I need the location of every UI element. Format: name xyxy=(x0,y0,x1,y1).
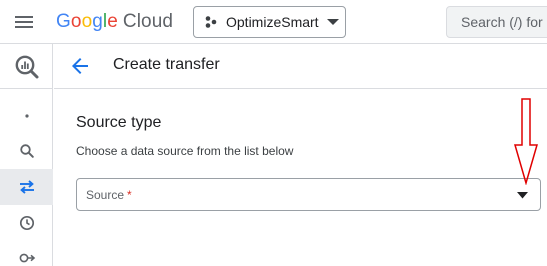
google-cloud-logo[interactable]: Google Cloud xyxy=(56,9,173,35)
section-description: Choose a data source from the list below xyxy=(76,144,294,158)
back-arrow-icon[interactable] xyxy=(68,54,92,78)
project-dots-icon xyxy=(205,16,217,28)
search-box[interactable] xyxy=(446,6,547,38)
page-header: Create transfer xyxy=(54,44,547,89)
schedule-icon[interactable] xyxy=(0,205,53,241)
red-annotation-arrow xyxy=(514,98,538,185)
search-icon[interactable] xyxy=(0,133,53,169)
page-title: Create transfer xyxy=(113,56,220,73)
hamburger-menu-icon[interactable] xyxy=(12,10,36,34)
app-root: Google Cloud OptimizeSmart Search (/) fo… xyxy=(0,0,547,266)
dropdown-arrow-icon xyxy=(517,192,528,199)
transfers-icon[interactable] xyxy=(0,169,53,205)
google-wordmark: Google xyxy=(56,11,118,32)
connections-icon[interactable] xyxy=(0,240,53,266)
project-name: OptimizeSmart xyxy=(226,14,319,30)
top-bar: Google Cloud OptimizeSmart xyxy=(0,0,547,44)
source-type-select[interactable]: Source * xyxy=(76,178,541,211)
search-input[interactable] xyxy=(461,14,547,30)
required-marker: * xyxy=(127,188,132,202)
left-nav-rail xyxy=(0,44,53,266)
bigquery-icon[interactable] xyxy=(0,48,53,86)
rail-divider xyxy=(0,88,53,89)
main-content: Create transfer Source type Choose a dat… xyxy=(54,44,547,266)
section-title: Source type xyxy=(76,114,162,131)
chevron-down-icon xyxy=(326,19,339,25)
dot-icon[interactable] xyxy=(0,98,53,134)
cloud-wordmark: Cloud xyxy=(122,11,174,32)
source-field-label: Source * xyxy=(86,188,132,202)
project-picker-button[interactable]: OptimizeSmart xyxy=(193,6,346,38)
